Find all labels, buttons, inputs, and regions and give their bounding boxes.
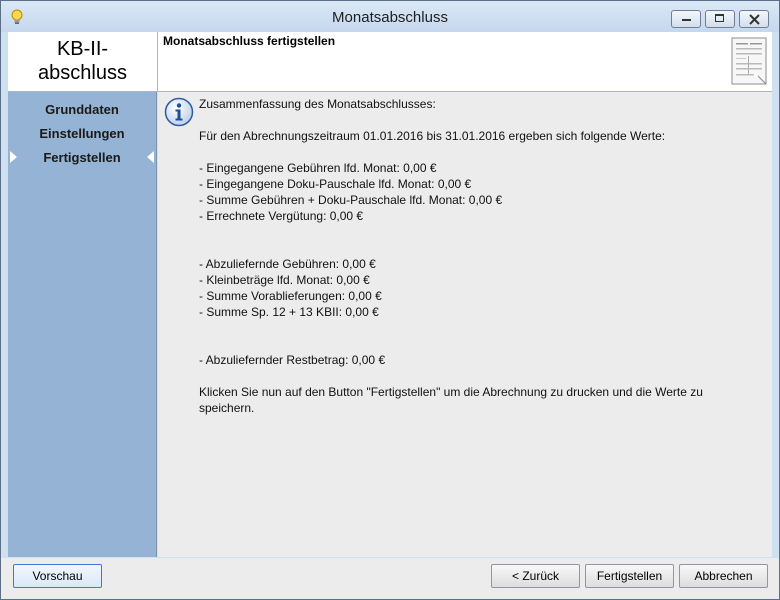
module-title-line2: abschluss bbox=[38, 62, 127, 84]
step-title: Monatsabschluss fertigstellen bbox=[163, 34, 336, 48]
restore-icon bbox=[715, 14, 724, 22]
summary-line: - Eingegangene Doku-Pauschale lfd. Monat… bbox=[199, 177, 472, 191]
back-button[interactable]: < Zurück bbox=[491, 564, 580, 588]
nav-item-grunddaten[interactable]: Grunddaten bbox=[8, 102, 156, 117]
instruction-text: Klicken Sie nun auf den Button "Fertigst… bbox=[199, 385, 703, 415]
dialog-window: Monatsabschluss KB-II- abschluss Monatsa… bbox=[0, 0, 780, 600]
wizard-navigation: Grunddaten Einstellungen Fertigstellen bbox=[8, 92, 157, 557]
close-icon bbox=[749, 14, 760, 25]
summary-line: - Abzuliefernder Restbetrag: 0,00 € bbox=[199, 353, 386, 367]
nav-item-fertigstellen[interactable]: Fertigstellen bbox=[8, 150, 156, 165]
info-icon bbox=[164, 97, 194, 127]
title-bar: Monatsabschluss bbox=[1, 1, 779, 32]
cancel-button[interactable]: Abbrechen bbox=[679, 564, 768, 588]
period-text: Für den Abrechnungszeitraum 01.01.2016 b… bbox=[199, 129, 666, 143]
step-header: Monatsabschluss fertigstellen bbox=[158, 32, 772, 92]
summary-line: - Kleinbeträge lfd. Monat: 0,00 € bbox=[199, 273, 370, 287]
minimize-button[interactable] bbox=[671, 10, 701, 28]
active-arrow-right-icon bbox=[147, 151, 154, 163]
summary-panel: Zusammenfassung des Monatsabschlusses: F… bbox=[158, 92, 772, 557]
maximize-button[interactable] bbox=[705, 10, 735, 28]
summary-line: - Eingegangene Gebühren lfd. Monat: 0,00… bbox=[199, 161, 437, 175]
nav-item-einstellungen[interactable]: Einstellungen bbox=[8, 126, 156, 141]
summary-line: - Summe Sp. 12 + 13 KBII: 0,00 € bbox=[199, 305, 379, 319]
finish-button[interactable]: Fertigstellen bbox=[585, 564, 674, 588]
button-bar: Vorschau < Zurück Fertigstellen Abbreche… bbox=[1, 558, 779, 599]
preview-button[interactable]: Vorschau bbox=[13, 564, 102, 588]
summary-heading: Zusammenfassung des Monatsabschlusses: bbox=[199, 97, 436, 111]
document-icon bbox=[731, 37, 767, 85]
minimize-icon bbox=[682, 19, 691, 21]
close-button[interactable] bbox=[739, 10, 769, 28]
summary-line: - Summe Gebühren + Doku-Pauschale lfd. M… bbox=[199, 193, 503, 207]
module-header: KB-II- abschluss bbox=[8, 32, 158, 92]
module-title-line1: KB-II- bbox=[56, 38, 109, 60]
active-arrow-left-icon bbox=[10, 151, 17, 163]
summary-line: - Abzuliefernde Gebühren: 0,00 € bbox=[199, 257, 376, 271]
summary-line: - Errechnete Vergütung: 0,00 € bbox=[199, 209, 364, 223]
summary-line: - Summe Vorablieferungen: 0,00 € bbox=[199, 289, 382, 303]
window-title: Monatsabschluss bbox=[332, 9, 448, 26]
